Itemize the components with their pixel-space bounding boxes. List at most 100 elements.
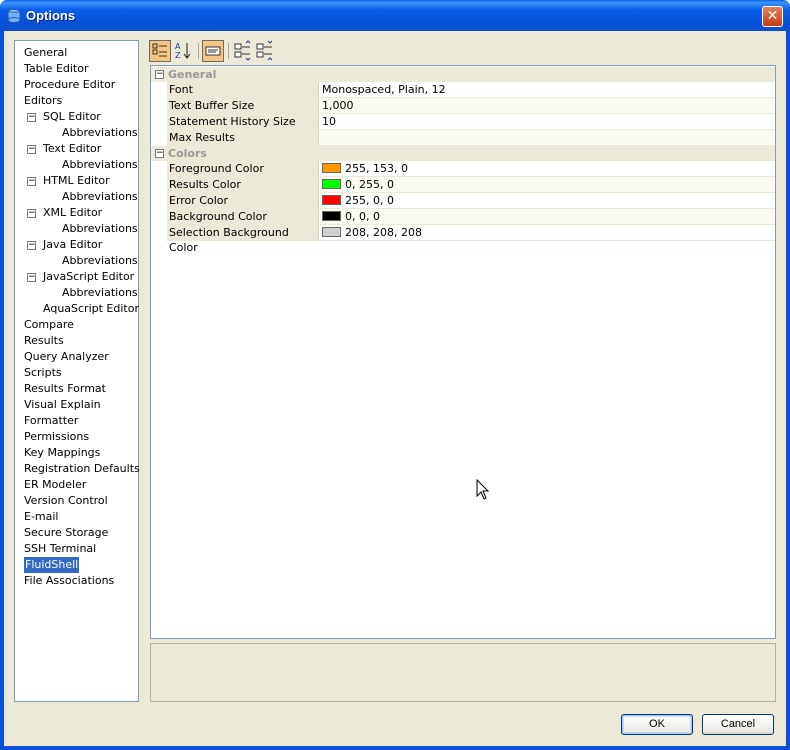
property-name: Background Color (167, 209, 319, 224)
property-toolbar: A Z (149, 40, 349, 64)
property-name: Error Color (167, 193, 319, 208)
category-collapse-icon[interactable]: − (155, 149, 164, 158)
property-name: Max Results (167, 130, 319, 145)
property-row[interactable]: Results Color 0, 255, 0 (167, 177, 775, 193)
property-row[interactable]: Font Monospaced, Plain, 12 (167, 82, 775, 98)
expand-all-button[interactable] (233, 40, 255, 62)
property-value-text: 1,000 (322, 99, 354, 112)
property-row[interactable]: Background Color 0, 0, 0 (167, 209, 775, 225)
tree-item[interactable]: Abbreviations (62, 221, 138, 237)
property-sheet[interactable]: − General Font Monospaced, Plain, 12 Text Bu… (150, 65, 776, 639)
tree-item[interactable]: Compare (24, 317, 74, 333)
tree-expander-icon[interactable]: − (27, 273, 36, 282)
tree-item[interactable]: Procedure Editor (24, 77, 115, 93)
tree-item[interactable]: HTML Editor (43, 173, 110, 189)
property-row[interactable]: Text Buffer Size 1,000 (167, 98, 775, 114)
tree-item[interactable]: Results (24, 333, 64, 349)
tree-item[interactable]: Visual Explain (24, 397, 101, 413)
tree-item[interactable]: Table Editor (24, 61, 89, 77)
title-bar[interactable]: Options ✕ (0, 0, 790, 32)
tree-item[interactable]: Abbreviations (62, 125, 138, 141)
tree-expander-icon[interactable]: − (27, 177, 36, 186)
show-description-icon (205, 46, 221, 56)
property-row[interactable]: Max Results (167, 130, 775, 146)
property-row[interactable]: Foreground Color 255, 153, 0 (167, 161, 775, 177)
categorized-view-button[interactable] (149, 40, 171, 62)
tree-item[interactable]: Text Editor (43, 141, 101, 157)
tree-item[interactable]: XML Editor (43, 205, 102, 221)
tree-item[interactable]: File Associations (24, 573, 114, 589)
tree-item[interactable]: Abbreviations (62, 157, 138, 173)
tree-item[interactable]: Java Editor (43, 237, 102, 253)
property-value-text: Monospaced, Plain, 12 (322, 83, 446, 96)
property-value[interactable]: 0, 0, 0 (320, 209, 380, 224)
property-row[interactable]: Selection Background Color 208, 208, 208 (167, 225, 775, 254)
property-value-text: 0, 255, 0 (345, 178, 394, 191)
sort-alphabetically-icon: A Z (175, 42, 191, 60)
property-value[interactable]: 255, 153, 0 (320, 161, 408, 176)
property-row[interactable]: Statement History Size 10 (167, 114, 775, 130)
property-value[interactable]: 208, 208, 208 (320, 225, 422, 240)
tree-item[interactable]: Editors (24, 93, 62, 109)
tree-item[interactable]: ER Modeler (24, 477, 86, 493)
tree-expander-icon[interactable]: − (27, 113, 36, 122)
property-value[interactable]: 0, 255, 0 (320, 177, 394, 192)
tree-item[interactable]: Results Format (24, 381, 106, 397)
property-name: Statement History Size (167, 114, 319, 129)
tree-item[interactable]: E-mail (24, 509, 59, 525)
options-tree[interactable]: General Table Editor Procedure Editor Edito… (14, 40, 140, 702)
tree-item[interactable]: SQL Editor (43, 109, 101, 125)
property-value-text: 255, 153, 0 (345, 162, 408, 175)
color-swatch[interactable] (322, 179, 341, 189)
color-swatch[interactable] (322, 227, 341, 237)
property-value[interactable]: 255, 0, 0 (320, 193, 394, 208)
tree-item[interactable]: Key Mappings (24, 445, 100, 461)
tree-item[interactable]: Abbreviations (62, 285, 138, 301)
tree-item[interactable]: Scripts (24, 365, 62, 381)
tree-item[interactable]: Secure Storage (24, 525, 108, 541)
tree-item[interactable]: Permissions (24, 429, 89, 445)
tree-item[interactable]: FluidShell (24, 557, 80, 573)
close-button[interactable]: ✕ (762, 6, 783, 27)
color-swatch[interactable] (322, 195, 341, 205)
property-value[interactable]: 1,000 (320, 98, 354, 113)
tree-expander-icon[interactable]: − (27, 241, 36, 250)
property-row[interactable]: Error Color 255, 0, 0 (167, 193, 775, 209)
property-value[interactable]: 10 (320, 114, 336, 129)
property-value-text: 208, 208, 208 (345, 226, 422, 239)
description-panel (150, 643, 776, 702)
cancel-button[interactable]: Cancel (702, 714, 774, 735)
tree-item[interactable]: JavaScript Editor (43, 269, 134, 285)
toolbar-separator (228, 43, 229, 59)
tree-item[interactable]: General (24, 45, 67, 61)
category-row[interactable]: − Colors (151, 146, 775, 161)
color-swatch[interactable] (322, 163, 341, 173)
tree-item[interactable]: Query Analyzer (24, 349, 109, 365)
options-dialog: Options ✕ General Table Editor Procedure E… (0, 0, 790, 750)
property-value[interactable]: Monospaced, Plain, 12 (320, 82, 446, 97)
property-value-text: 0, 0, 0 (345, 210, 380, 223)
tree-item[interactable]: Abbreviations (62, 189, 138, 205)
app-icon (7, 9, 21, 23)
tree-item[interactable]: AquaScript Editor (43, 301, 139, 317)
tree-item[interactable]: Registration Defaults (24, 461, 140, 477)
tree-item[interactable]: Formatter (24, 413, 78, 429)
collapse-all-button[interactable] (255, 40, 277, 62)
show-description-button[interactable] (202, 40, 224, 62)
tree-item[interactable]: SSH Terminal (24, 541, 96, 557)
ok-button[interactable]: OK (621, 714, 693, 735)
property-name: Selection Background Color (167, 225, 319, 254)
color-swatch[interactable] (322, 211, 341, 221)
tree-expander-icon[interactable]: − (27, 145, 36, 154)
category-collapse-icon[interactable]: − (155, 70, 164, 79)
tree-item[interactable]: Version Control (24, 493, 108, 509)
sort-alphabetically-button[interactable]: A Z (173, 40, 195, 62)
svg-text:A: A (175, 42, 181, 51)
category-row[interactable]: − General (151, 67, 775, 82)
tree-expander-icon[interactable]: − (27, 209, 36, 218)
property-name: Font (167, 82, 319, 97)
close-icon: ✕ (766, 8, 779, 24)
toolbar-separator (198, 43, 199, 59)
property-value[interactable] (320, 130, 322, 145)
tree-item[interactable]: Abbreviations (62, 253, 138, 269)
